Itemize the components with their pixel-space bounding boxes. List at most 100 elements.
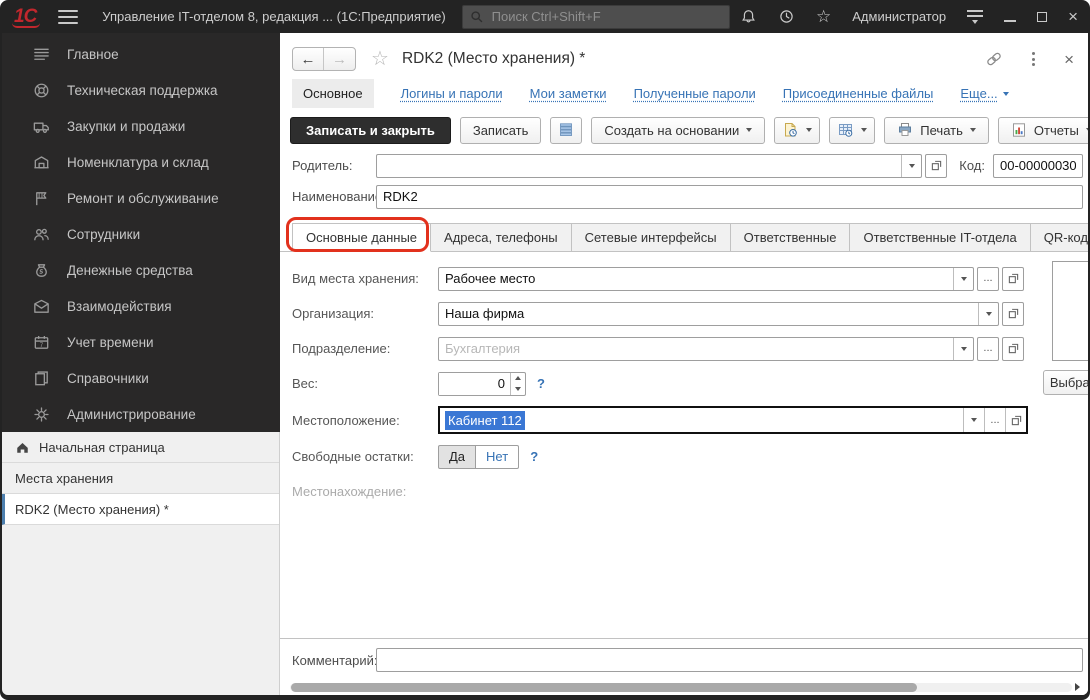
sidebar: Главное Техническая поддержка Закупки и … [2,33,280,695]
location-open-button[interactable] [1005,408,1026,432]
notifications-bell-icon[interactable] [740,8,757,25]
storage-kind-open-button[interactable] [1002,266,1024,291]
register-records-button[interactable] [550,116,583,144]
sidebar-item-main[interactable]: Главное [2,36,280,72]
save-and-close-button[interactable]: Записать и закрыть [290,116,451,144]
department-choose-button[interactable]: ... [977,336,999,361]
location-field-focused[interactable]: Кабинет 112 ... [438,406,1028,434]
location-choose-button[interactable]: ... [984,408,1005,432]
minimize-button[interactable] [1004,12,1017,22]
scrollbar-thumb[interactable] [291,682,917,692]
open-icon [1011,415,1021,425]
sidebar-item-purchases[interactable]: Закупки и продажи [2,108,280,144]
open-windows-panel: Начальная страница Места хранения RDK2 (… [2,432,280,695]
tab-network-interfaces[interactable]: Сетевые интерфейсы [571,223,731,252]
organization-dropdown-icon[interactable] [978,302,998,325]
weight-spin-up[interactable] [511,373,525,384]
app-title: Управление IT-отделом 8, редакция ... (1… [102,9,446,24]
close-window-button[interactable]: × [1068,8,1078,25]
forward-button[interactable]: → [324,48,355,70]
sidebar-item-time[interactable]: 7 Учет времени [2,324,280,360]
tab-responsible[interactable]: Ответственные [730,223,851,252]
scheduled-jobs-button[interactable] [829,116,876,144]
organization-field[interactable] [438,301,999,326]
tab-qr-code[interactable]: QR-код [1030,223,1088,252]
open-icon [1008,343,1018,354]
storage-kind-choose-button[interactable]: ... [977,266,999,291]
open-window-item[interactable]: Места хранения [2,463,279,494]
weight-spin-down[interactable] [511,384,525,395]
sidebar-item-employees[interactable]: Сотрудники [2,216,280,252]
add-favorite-star-icon[interactable]: ☆ [371,49,389,69]
sidebar-item-interactions[interactable]: Взаимодействия [2,288,280,324]
link-icon[interactable] [985,50,1003,68]
sidebar-item-repair[interactable]: Ремонт и обслуживание [2,180,280,216]
tab-main-data[interactable]: Основные данные [292,223,432,252]
department-dropdown-icon[interactable] [953,337,973,360]
code-input[interactable] [993,153,1083,178]
free-rest-help-icon[interactable]: ? [530,449,538,464]
sidebar-item-catalogs[interactable]: Справочники [2,360,280,396]
printer-icon [899,123,912,136]
people-icon [34,228,49,240]
name-input[interactable] [376,184,1083,209]
free-rest-no-button[interactable]: Нет [476,444,520,469]
sidebar-item-administration[interactable]: Администрирование [2,396,280,432]
main-menu-icon[interactable] [58,9,79,24]
favorites-star-icon[interactable]: ☆ [816,8,831,25]
open-window-item-active[interactable]: RDK2 (Место хранения) * [2,494,279,525]
parent-dropdown-icon[interactable] [901,154,921,177]
tasks-button[interactable] [774,116,821,144]
search-input[interactable] [489,8,722,25]
storage-kind-input[interactable] [439,267,953,290]
scroll-right-arrow[interactable] [1075,683,1080,691]
back-button[interactable]: ← [293,48,324,70]
storage-kind-dropdown-icon[interactable] [953,267,973,290]
maximize-button[interactable] [1037,11,1048,22]
choose-image-button[interactable]: Выбрать [1043,370,1088,395]
parent-open-button[interactable] [925,153,948,178]
report-icon [1012,123,1025,137]
menu-lines-icon [34,48,49,60]
home-page-item[interactable]: Начальная страница [2,432,279,463]
history-icon[interactable] [778,8,795,25]
print-button[interactable]: Печать [884,116,989,144]
save-button[interactable]: Записать [459,116,542,144]
nav-link-logins[interactable]: Логины и пароли [401,86,503,101]
warehouse-icon [34,155,49,168]
scrollbar-track[interactable] [290,682,1072,692]
sidebar-item-stock[interactable]: Номенклатура и склад [2,144,280,180]
location-dropdown-icon[interactable] [963,408,984,432]
app-window: 1С Управление IT-отделом 8, редакция ...… [0,0,1090,700]
comment-input[interactable] [376,648,1083,672]
parent-combo-field[interactable] [376,153,923,178]
tab-responsible-it[interactable]: Ответственные IT-отдела [850,223,1031,252]
global-search[interactable] [461,4,730,29]
service-menu-icon[interactable] [967,9,984,24]
current-user[interactable]: Администратор [852,9,946,24]
sidebar-item-money[interactable]: Денежные средства [2,252,280,288]
department-field[interactable] [438,336,974,361]
reports-button[interactable]: Отчеты [997,116,1088,144]
organization-input[interactable] [439,302,978,325]
parent-input[interactable] [377,154,902,177]
weight-field[interactable] [438,371,526,396]
nav-link-more[interactable]: Еще... [960,86,1009,101]
nav-link-passwords[interactable]: Полученные пароли [634,86,756,101]
department-input[interactable] [439,337,953,360]
tab-addresses[interactable]: Адреса, телефоны [431,223,572,252]
storage-kind-field[interactable] [438,266,974,291]
nav-link-notes[interactable]: Мои заметки [530,86,607,101]
weight-help-icon[interactable]: ? [537,376,545,391]
sidebar-item-support[interactable]: Техническая поддержка [2,72,280,108]
nav-link-main[interactable]: Основное [292,79,374,108]
weight-input[interactable] [439,372,510,395]
create-based-on-button[interactable]: Создать на основании [591,116,766,144]
free-rest-yes-button[interactable]: Да [438,444,477,469]
location-row: Местоположение: Кабинет 112 ... [292,406,1088,434]
more-menu-icon[interactable] [1030,50,1037,68]
nav-link-files[interactable]: Присоединенные файлы [783,86,934,101]
department-open-button[interactable] [1002,336,1024,361]
organization-open-button[interactable] [1002,301,1024,326]
close-form-icon[interactable]: × [1064,51,1074,68]
